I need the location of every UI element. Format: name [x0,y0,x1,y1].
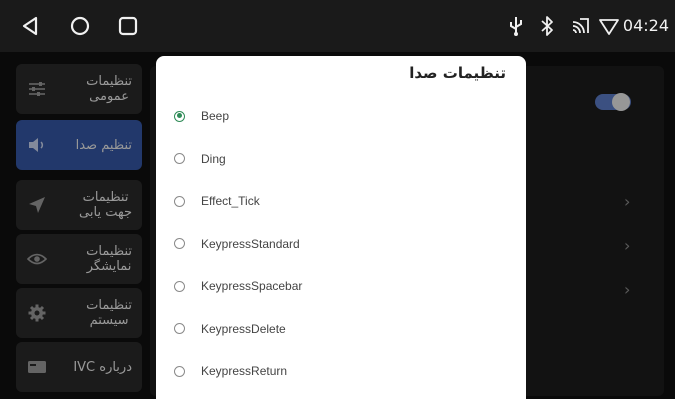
radio-option-label: Ding [201,151,226,166]
usb-icon [510,17,522,36]
radio-option[interactable]: KeypressStandard [174,232,300,256]
radio-option[interactable]: KeypressDelete [174,317,286,341]
radio-button[interactable] [174,153,185,164]
radio-option[interactable]: Effect_Tick [174,189,260,213]
status-bar: 04:24 [0,0,675,52]
home-circle-icon[interactable] [68,14,92,38]
radio-option-label: Beep [201,109,230,123]
radio-button[interactable] [174,238,185,249]
radio-option-label: KeypressDelete [201,321,286,336]
dialog-title: تنظیمات صدا [409,64,506,82]
radio-option[interactable]: KeypressSpacebar [174,274,302,298]
radio-button[interactable] [174,195,185,207]
radio-button[interactable] [174,323,185,334]
wifi-icon [599,19,619,35]
radio-option-label: KeypressReturn [201,364,288,378]
radio-option-label: Effect_Tick [201,194,260,208]
status-clock: 04:24 [622,16,669,35]
sound-settings-dialog: تنظیمات صدا Beep Ding Effect_Tick KeypressS… [156,56,526,399]
cast-icon [572,18,589,34]
radio-button[interactable] [174,365,185,377]
bluetooth-icon [541,16,553,36]
radio-option[interactable]: Ding [174,147,226,171]
radio-button[interactable] [174,110,185,122]
radio-option-label: KeypressStandard [201,236,300,251]
radio-button[interactable] [174,280,185,292]
radio-option[interactable]: Beep [174,104,229,128]
back-triangle-icon[interactable] [18,14,42,38]
radio-option[interactable]: KeypressReturn [174,359,287,383]
recents-square-icon[interactable] [116,14,140,38]
radio-option-label: KeypressSpacebar [201,279,303,293]
